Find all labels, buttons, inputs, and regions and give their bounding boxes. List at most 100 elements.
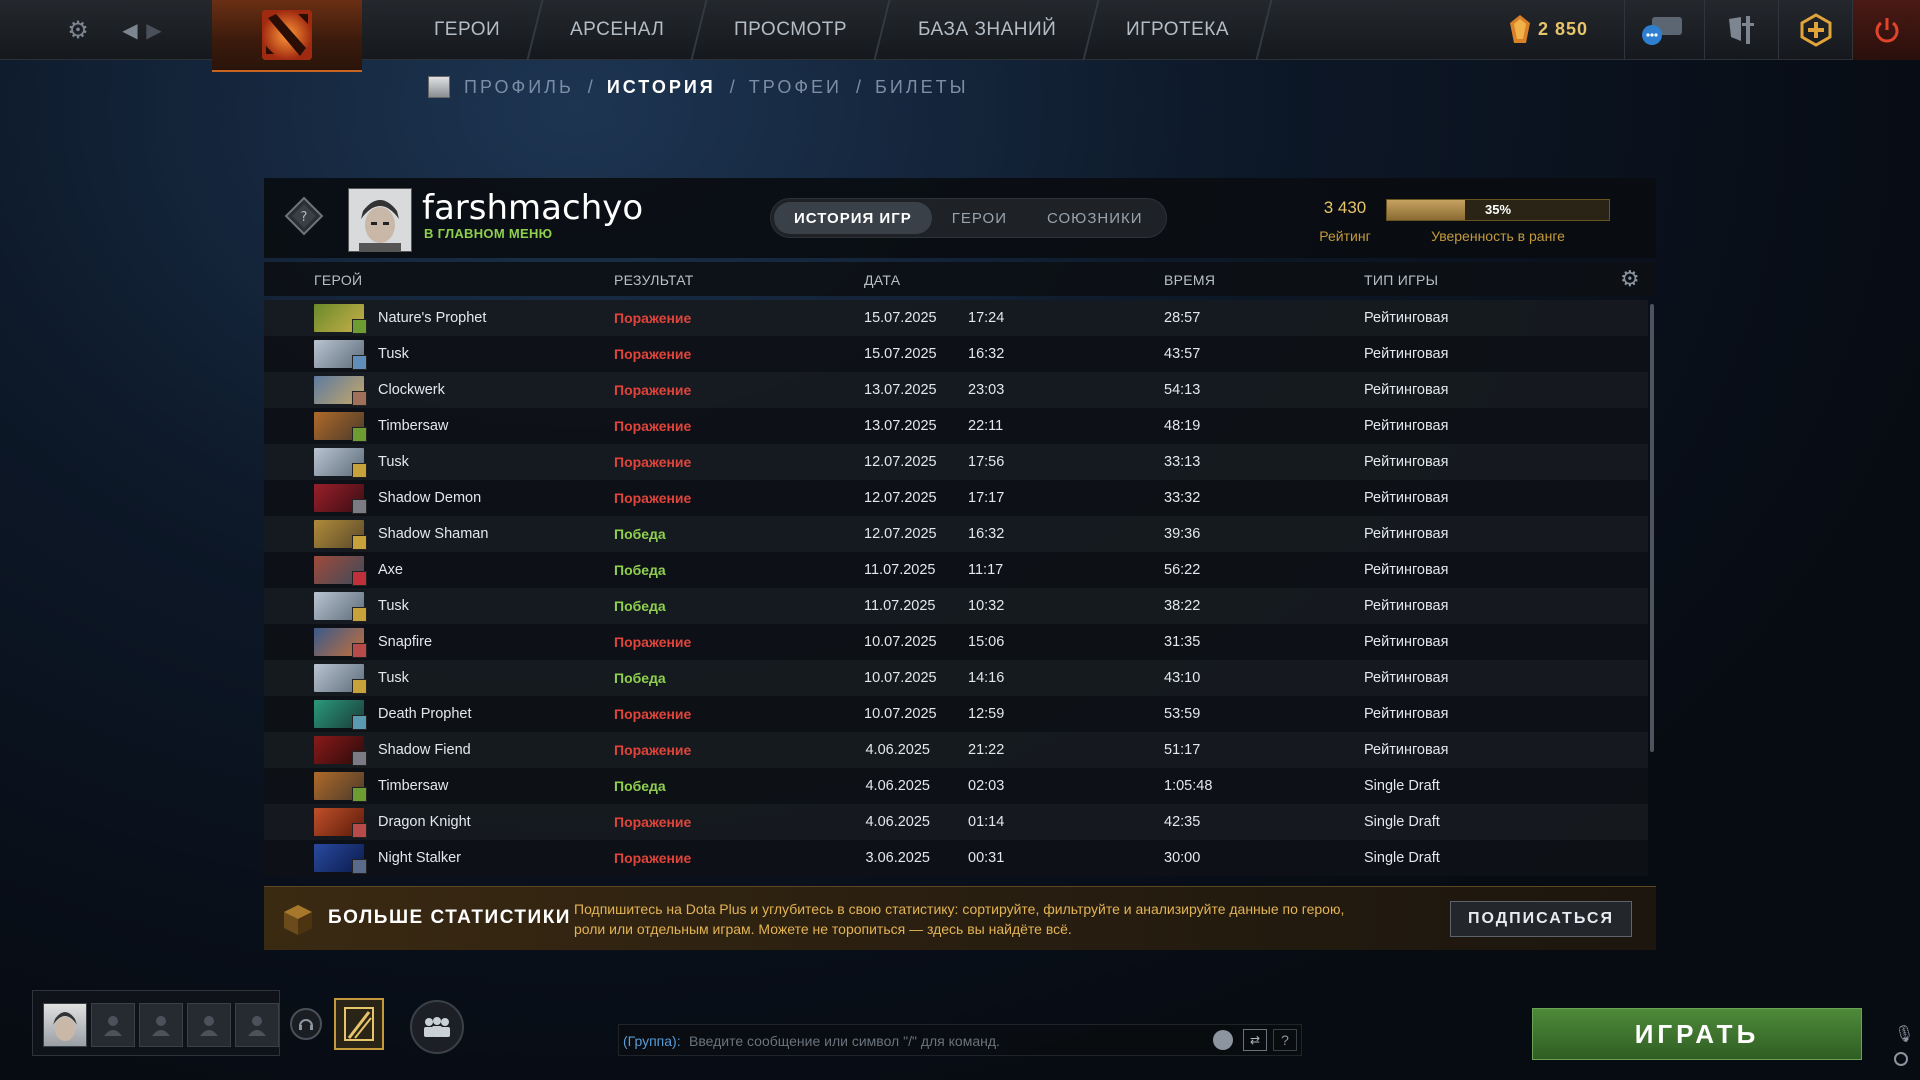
- table-row[interactable]: Timbersaw Поражение 13.07.2025 22:11 48:19 Ре…: [264, 408, 1648, 444]
- chat-bubbles-icon[interactable]: [1624, 0, 1698, 60]
- status-icon[interactable]: [1894, 1052, 1908, 1066]
- match-result: Победа: [614, 526, 666, 542]
- column-time[interactable]: ВРЕМЯ: [1164, 272, 1215, 288]
- match-start-time: 21:22: [968, 742, 1005, 758]
- role-badge-icon: [352, 319, 367, 334]
- column-hero[interactable]: ГЕРОЙ: [314, 272, 362, 288]
- table-row[interactable]: Clockwerk Поражение 13.07.2025 23:03 54:13 Ре…: [264, 372, 1648, 408]
- table-row[interactable]: Shadow Shaman Победа 12.07.2025 16:32 39:36 Р…: [264, 516, 1648, 552]
- gear-icon[interactable]: ⚙: [60, 12, 96, 48]
- table-row[interactable]: Nature's Prophet Поражение 15.07.2025 17:24…: [264, 300, 1648, 336]
- match-result: Поражение: [614, 490, 692, 506]
- rank-badge-icon: ?: [284, 196, 324, 236]
- hero-name: Shadow Shaman: [378, 526, 489, 542]
- table-row[interactable]: Tusk Поражение 12.07.2025 17:56 33:13 Рейтинг…: [264, 444, 1648, 480]
- nav-heroes[interactable]: ГЕРОИ: [392, 0, 544, 60]
- match-duration: 43:57: [1164, 346, 1201, 362]
- subnav-history[interactable]: ИСТОРИЯ: [607, 77, 716, 98]
- table-row[interactable]: Tusk Победа 11.07.2025 10:32 38:22 Рейтингова…: [264, 588, 1648, 624]
- match-date: 3.06.2025: [865, 850, 930, 866]
- match-game-type: Рейтинговая: [1364, 454, 1449, 470]
- table-row[interactable]: Death Prophet Поражение 10.07.2025 12:59 53:…: [264, 696, 1648, 732]
- table-row[interactable]: Shadow Demon Поражение 12.07.2025 17:17 33:3…: [264, 480, 1648, 516]
- party-slot-self[interactable]: [43, 1003, 87, 1047]
- dota-logo[interactable]: [212, 0, 362, 72]
- column-date[interactable]: ДАТА: [864, 272, 900, 288]
- tab-heroes[interactable]: ГЕРОИ: [932, 202, 1027, 234]
- battle-pass-icon[interactable]: [334, 998, 384, 1050]
- column-game-type[interactable]: ТИП ИГРЫ: [1364, 272, 1438, 288]
- party-slot-empty[interactable]: [139, 1003, 183, 1047]
- match-game-type: Single Draft: [1364, 850, 1440, 866]
- tab-match-history[interactable]: ИСТОРИЯ ИГР: [774, 202, 932, 234]
- match-game-type: Рейтинговая: [1364, 670, 1449, 686]
- subnav-trophies[interactable]: ТРОФЕИ: [749, 77, 842, 98]
- subscribe-button[interactable]: ПОДПИСАТЬСЯ: [1450, 901, 1632, 937]
- microphone-icon[interactable]: 🎙: [1894, 1024, 1914, 1044]
- group-glyph: [424, 1017, 450, 1037]
- subnav-tickets[interactable]: БИЛЕТЫ: [875, 77, 969, 98]
- party-slot-empty[interactable]: [91, 1003, 135, 1047]
- headset-glyph: [299, 1019, 313, 1030]
- subnav-profile[interactable]: ПРОФИЛЬ: [464, 77, 574, 98]
- nav-armory[interactable]: АРСЕНАЛ: [528, 0, 708, 60]
- avatar[interactable]: [348, 188, 412, 252]
- nav-knowledge-base[interactable]: БАЗА ЗНАНИЙ: [876, 0, 1100, 60]
- table-row[interactable]: Shadow Fiend Поражение 4.06.2025 21:22 51:17…: [264, 732, 1648, 768]
- table-row[interactable]: Axe Победа 11.07.2025 11:17 56:22 Рейтинговая: [264, 552, 1648, 588]
- power-icon[interactable]: [1852, 0, 1920, 60]
- match-duration: 33:32: [1164, 490, 1201, 506]
- profile-subnav: ПРОФИЛЬ / ИСТОРИЯ / ТРОФЕИ / БИЛЕТЫ: [428, 76, 969, 98]
- promo-text: Подпишитесь на Dota Plus и углубитесь в …: [574, 901, 1345, 937]
- group-finder-icon[interactable]: [410, 1000, 464, 1054]
- match-game-type: Рейтинговая: [1364, 418, 1449, 434]
- headset-icon[interactable]: [290, 1008, 322, 1040]
- match-start-time: 23:03: [968, 382, 1005, 398]
- table-row[interactable]: Dragon Knight Поражение 4.06.2025 01:14 42:3…: [264, 804, 1648, 840]
- nav-arcade[interactable]: ИГРОТЕКА: [1084, 0, 1273, 60]
- gear-icon[interactable]: ⚙: [1620, 266, 1640, 292]
- match-list: Nature's Prophet Поражение 15.07.2025 17:24…: [264, 300, 1656, 886]
- table-row[interactable]: Tusk Победа 10.07.2025 14:16 43:10 Рейтингова…: [264, 660, 1648, 696]
- role-badge-icon: [352, 679, 367, 694]
- help-icon[interactable]: ?: [1273, 1029, 1297, 1051]
- match-duration: 31:35: [1164, 634, 1201, 650]
- match-start-time: 22:11: [968, 418, 1004, 434]
- promo-title: БОЛЬШЕ СТАТИСТИКИ: [328, 907, 571, 928]
- match-duration: 43:10: [1164, 670, 1201, 686]
- party-avatar: [53, 1012, 77, 1041]
- match-duration: 39:36: [1164, 526, 1201, 542]
- avatar-image: [349, 189, 411, 251]
- match-result: Победа: [614, 670, 666, 686]
- armory-icon[interactable]: [1704, 0, 1778, 60]
- party-slot-empty[interactable]: [235, 1003, 279, 1047]
- role-badge-icon: [352, 355, 367, 370]
- table-row[interactable]: Snapfire Поражение 10.07.2025 15:06 31:35 Рей…: [264, 624, 1648, 660]
- main-nav: ГЕРОИ АРСЕНАЛ ПРОСМОТР БАЗА ЗНАНИЙ ИГРОТ…: [392, 0, 1273, 60]
- match-game-type: Рейтинговая: [1364, 706, 1449, 722]
- tab-allies[interactable]: СОЮЗНИКИ: [1027, 202, 1163, 234]
- chat-wheel-icon[interactable]: ⇄: [1243, 1029, 1267, 1051]
- chat-input[interactable]: [689, 1029, 1209, 1053]
- nav-watch[interactable]: ПРОСМОТР: [692, 0, 892, 60]
- role-badge-icon: [352, 715, 367, 730]
- match-result: Поражение: [614, 382, 692, 398]
- match-start-time: 17:56: [968, 454, 1005, 470]
- emoji-icon[interactable]: [1213, 1030, 1233, 1050]
- table-row[interactable]: Tusk Поражение 15.07.2025 16:32 43:57 Рейтинг…: [264, 336, 1648, 372]
- scrollbar[interactable]: [1650, 304, 1654, 752]
- shards-counter[interactable]: 2 850: [1508, 14, 1588, 44]
- match-start-time: 02:03: [968, 778, 1005, 794]
- forward-icon[interactable]: ▶: [136, 12, 172, 48]
- hero-name: Tusk: [378, 454, 409, 470]
- table-row[interactable]: Timbersaw Победа 4.06.2025 02:03 1:05:48 Sing…: [264, 768, 1648, 804]
- match-start-time: 16:32: [968, 346, 1005, 362]
- table-row[interactable]: Night Stalker Поражение 3.06.2025 00:31 30:0…: [264, 840, 1648, 876]
- dota-plus-icon[interactable]: [1778, 0, 1852, 60]
- match-game-type: Рейтинговая: [1364, 490, 1449, 506]
- column-result[interactable]: РЕЗУЛЬТАТ: [614, 272, 694, 288]
- match-result: Победа: [614, 778, 666, 794]
- party-slot-empty[interactable]: [187, 1003, 231, 1047]
- match-duration: 33:13: [1164, 454, 1201, 470]
- play-button[interactable]: ИГРАТЬ: [1532, 1008, 1862, 1060]
